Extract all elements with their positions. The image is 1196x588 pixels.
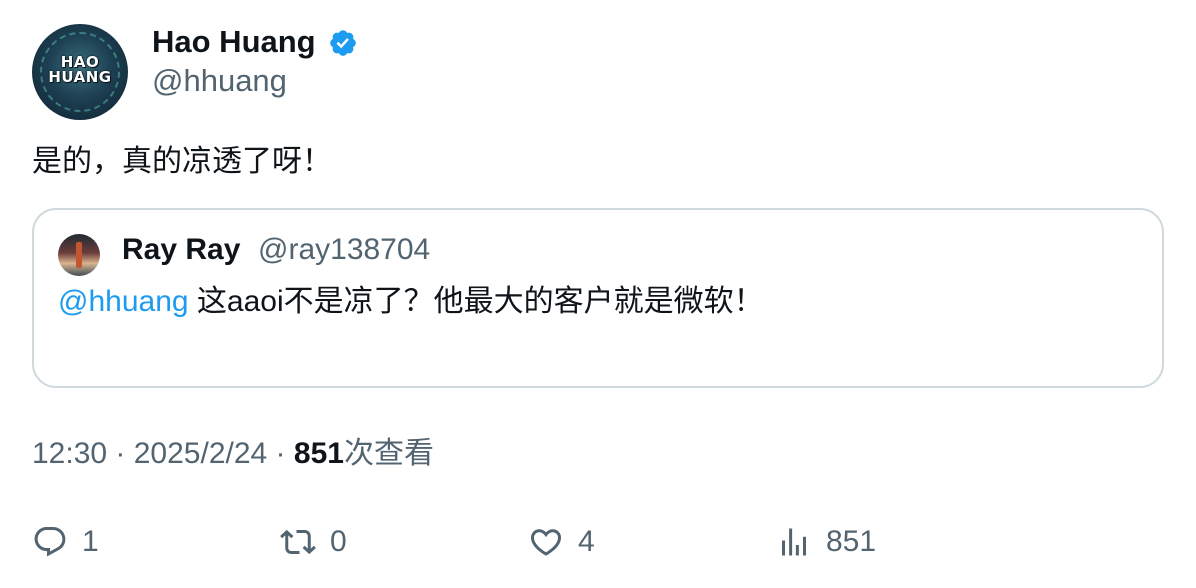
avatar-text-line2: HUANG bbox=[48, 68, 112, 86]
views-count: 851 bbox=[293, 437, 344, 470]
quoted-author-display-name: Ray Ray bbox=[122, 233, 241, 266]
mention-link[interactable]: @hhuang bbox=[58, 285, 189, 318]
quoted-author-handle: @ray138704 bbox=[258, 233, 431, 266]
heart-icon bbox=[530, 529, 562, 556]
avatar-decoration bbox=[76, 242, 82, 268]
analytics-icon bbox=[782, 528, 806, 556]
retweet-button[interactable]: 0 bbox=[280, 522, 347, 562]
quoted-author-avatar bbox=[58, 234, 100, 276]
quoted-tweet-body: 这aaoi不是凉了？他最大的客户就是微软！ bbox=[188, 285, 764, 318]
meta-separator: · bbox=[107, 437, 134, 470]
author-avatar[interactable]: HAO HUANG bbox=[32, 24, 128, 120]
views-action-count: 851 bbox=[826, 525, 877, 558]
views-button[interactable]: 851 bbox=[776, 522, 876, 562]
tweet-text: 是的，真的凉透了呀！ bbox=[32, 145, 332, 178]
reply-button[interactable]: 1 bbox=[32, 522, 99, 562]
reply-count: 1 bbox=[82, 525, 99, 558]
tweet-date[interactable]: 2025/2/24 bbox=[134, 437, 267, 470]
verified-badge-icon[interactable] bbox=[328, 28, 358, 58]
quoted-tweet-text: @hhuang 这aaoi不是凉了？他最大的客户就是微软！ bbox=[58, 282, 764, 322]
meta-separator: · bbox=[267, 437, 294, 470]
views-label: 次查看 bbox=[343, 437, 434, 470]
author-display-name[interactable]: Hao Huang bbox=[152, 24, 316, 60]
reply-icon bbox=[34, 527, 66, 557]
like-button[interactable]: 4 bbox=[528, 522, 595, 562]
author-handle[interactable]: @hhuang bbox=[152, 63, 287, 99]
tweet-time[interactable]: 12:30 bbox=[32, 437, 107, 470]
like-count: 4 bbox=[578, 525, 595, 558]
quoted-tweet-card[interactable]: Ray Ray @ray138704 @hhuang 这aaoi不是凉了？他最大… bbox=[32, 208, 1164, 388]
retweet-icon bbox=[280, 529, 316, 555]
tweet-meta: 12:30 · 2025/2/24 · 851次查看 bbox=[32, 434, 434, 474]
retweet-count: 0 bbox=[330, 525, 347, 558]
